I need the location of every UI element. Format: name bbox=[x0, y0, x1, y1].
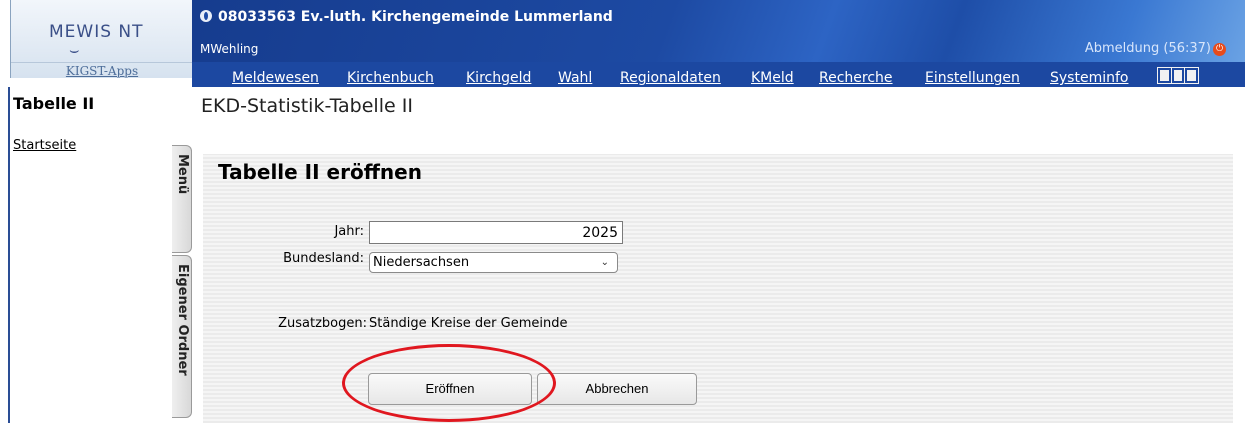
state-label: Bundesland: bbox=[283, 251, 364, 266]
nav-kirchgeld[interactable]: Kirchgeld bbox=[466, 70, 531, 86]
nav-regionaldaten[interactable]: Regionaldaten bbox=[620, 70, 721, 86]
tab-eigener-ordner-label: Eigener Ordner bbox=[175, 264, 190, 376]
nav-systeminfo[interactable]: Systeminfo bbox=[1050, 70, 1128, 86]
logo[interactable]: MEWIS NT ⌣ KIGST-Apps bbox=[10, 0, 193, 78]
tab-menu-label: Menü bbox=[175, 154, 190, 195]
cancel-button[interactable]: Abbrechen bbox=[537, 373, 697, 405]
extra-sheet-label: Zusatzbogen: bbox=[278, 316, 367, 331]
sidebar: Tabelle II Startseite bbox=[8, 87, 193, 423]
app-window: MEWIS NT ⌣ KIGST-Apps 08033563 Ev.-luth.… bbox=[0, 0, 1245, 423]
logo-text: MEWIS NT bbox=[49, 22, 144, 42]
nav-wahl[interactable]: Wahl bbox=[558, 70, 592, 86]
logo-swoosh-icon: ⌣ bbox=[69, 40, 80, 59]
extra-sheet-value: Ständige Kreise der Gemeinde bbox=[369, 316, 568, 331]
chevron-down-icon: ⌄ bbox=[600, 257, 609, 268]
panel-title: Tabelle II eröffnen bbox=[218, 160, 422, 184]
parish-name: 08033563 Ev.-luth. Kirchengemeinde Lumme… bbox=[218, 9, 613, 25]
nav-recherche[interactable]: Recherche bbox=[819, 70, 893, 86]
state-select[interactable]: Niedersachsen ⌄ bbox=[369, 252, 618, 273]
nav-einstellungen[interactable]: Einstellungen bbox=[925, 70, 1020, 86]
nav-meldewesen[interactable]: Meldewesen bbox=[232, 70, 319, 86]
logout-link[interactable]: Abmeldung (56:37) ⏻ bbox=[1085, 41, 1226, 56]
kigst-apps-link[interactable]: KIGST-Apps bbox=[11, 64, 193, 78]
header-bar: 08033563 Ev.-luth. Kirchengemeinde Lumme… bbox=[192, 0, 1245, 62]
year-input[interactable] bbox=[369, 221, 623, 244]
highlight-ring bbox=[342, 344, 556, 422]
tab-eigener-ordner[interactable]: Eigener Ordner bbox=[172, 255, 192, 418]
globe-icon bbox=[200, 10, 212, 22]
parish-title: 08033563 Ev.-luth. Kirchengemeinde Lumme… bbox=[200, 9, 613, 25]
power-icon[interactable]: ⏻ bbox=[1213, 43, 1226, 56]
sidebar-title: Tabelle II bbox=[13, 94, 95, 113]
logo-divider bbox=[11, 62, 193, 63]
main-nav: Meldewesen Kirchenbuch Kirchgeld Wahl Re… bbox=[192, 62, 1245, 87]
year-label: Jahr: bbox=[334, 224, 364, 239]
sidebar-item-startseite[interactable]: Startseite bbox=[13, 138, 76, 153]
page-title: EKD-Statistik-Tabelle II bbox=[201, 95, 413, 117]
tab-menu[interactable]: Menü bbox=[172, 145, 192, 253]
form-panel: Tabelle II eröffnen Jahr: Bundesland: Ni… bbox=[203, 154, 1233, 423]
nav-kmeld[interactable]: KMeld bbox=[751, 70, 794, 86]
apps-grid-icon[interactable] bbox=[1157, 67, 1199, 84]
state-select-value: Niedersachsen bbox=[373, 255, 470, 270]
user-name: MWehling bbox=[200, 42, 259, 56]
nav-kirchenbuch[interactable]: Kirchenbuch bbox=[347, 70, 434, 86]
logout-label[interactable]: Abmeldung (56:37) bbox=[1085, 41, 1211, 56]
